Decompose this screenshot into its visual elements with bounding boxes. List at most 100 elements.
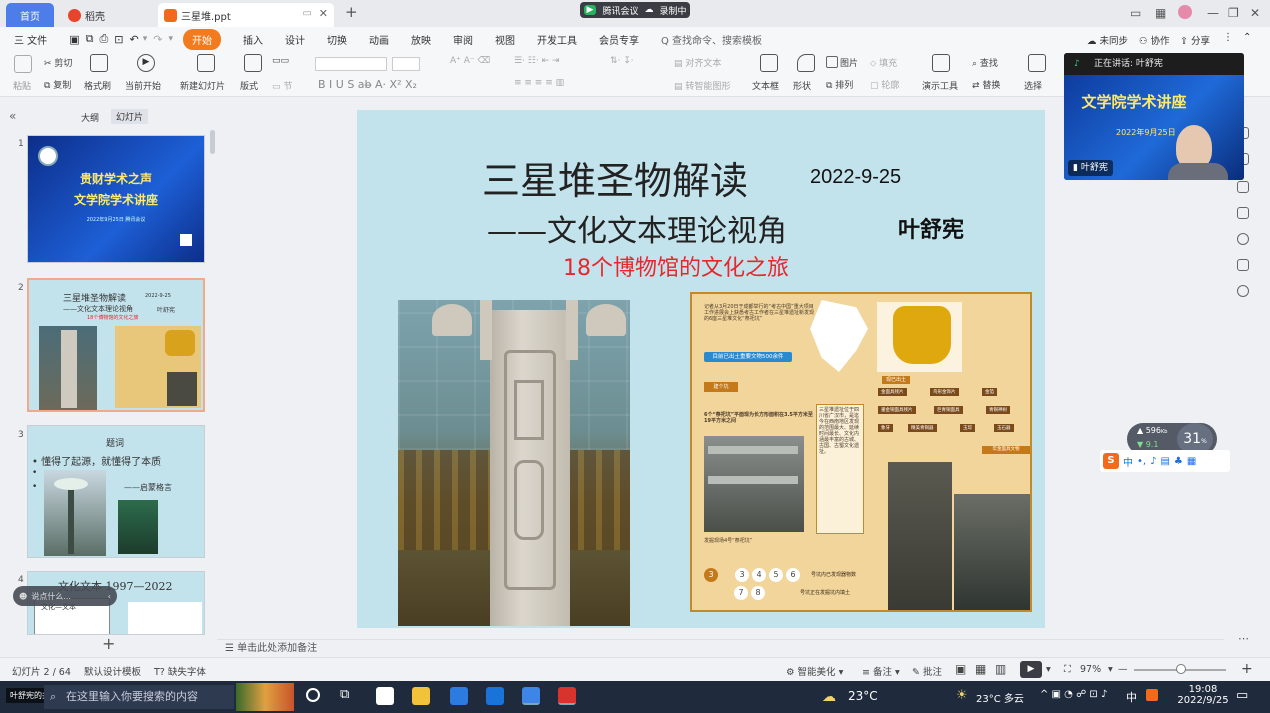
- arrange-button[interactable]: ⧉ 排列: [826, 78, 853, 91]
- menu-membership[interactable]: 会员专享: [599, 32, 639, 47]
- select-icon[interactable]: [1028, 54, 1046, 72]
- menu-slideshow[interactable]: 放映: [411, 32, 431, 47]
- collab-button[interactable]: ⚇ 协作: [1139, 33, 1170, 47]
- comment-button[interactable]: ✎ 批注: [912, 664, 942, 678]
- new-tab-icon[interactable]: +: [345, 3, 358, 21]
- design-template[interactable]: 默认设计模板: [84, 664, 141, 678]
- wps-taskbar-icon[interactable]: [558, 687, 576, 705]
- tray-clock[interactable]: 19:08 2022/9/25: [1172, 684, 1234, 706]
- tray-ime-icon[interactable]: [1146, 689, 1158, 701]
- list-controls[interactable]: ☰· ☷· ⇤ ⇥: [514, 56, 560, 66]
- meeting-indicator[interactable]: ▶ 腾讯会议 ☁ 录制中: [580, 2, 690, 18]
- undo-icon[interactable]: ↶: [129, 33, 138, 46]
- notepad-icon[interactable]: [376, 687, 394, 705]
- fit-icon[interactable]: ⛶: [1064, 664, 1071, 675]
- zoom-slider-thumb[interactable]: [1176, 664, 1186, 674]
- new-slide-icon[interactable]: [197, 54, 215, 72]
- font-size-controls[interactable]: A⁺ A⁻ ⌫: [450, 56, 490, 66]
- export-icon[interactable]: ⧉: [86, 32, 94, 46]
- ime-lang[interactable]: 中: [1123, 454, 1133, 469]
- tab-document[interactable]: 三星堆.ppt ▭ ✕: [158, 3, 334, 27]
- layout-icon-ribbon[interactable]: [244, 54, 262, 72]
- slide-thumbnail-2[interactable]: 三星堆圣物解读 2022-9-25 ——文化文本理论视角 叶舒宪 18个博物馆的…: [27, 278, 205, 412]
- menu-home[interactable]: 开始: [182, 28, 221, 50]
- missing-font-button[interactable]: T? 缺失字体: [154, 664, 206, 678]
- share-button[interactable]: ⇪ 分享: [1180, 33, 1210, 47]
- undo-dropdown-icon[interactable]: ▾: [143, 34, 148, 44]
- presenter-tools-label[interactable]: 演示工具: [922, 79, 958, 92]
- copy-button[interactable]: ⧉ 复制: [44, 78, 71, 91]
- paste-label[interactable]: 粘贴: [13, 79, 31, 92]
- menu-view[interactable]: 视图: [495, 32, 515, 47]
- tray-icons[interactable]: ^ ▣ ◔ ☍ ⊡ ♪: [1040, 689, 1107, 700]
- font-name-select[interactable]: [315, 57, 387, 71]
- command-search[interactable]: Q 查找命令、搜索模板: [661, 32, 762, 47]
- reset-icon[interactable]: ▭▭: [272, 56, 289, 66]
- notification-icon[interactable]: ▭: [1236, 688, 1248, 703]
- collapse-icon[interactable]: ‹: [108, 592, 111, 601]
- zoom-out-icon[interactable]: —: [1118, 664, 1128, 675]
- slideshow-dropdown-icon[interactable]: ▾: [1046, 664, 1051, 675]
- menu-review[interactable]: 审阅: [453, 32, 473, 47]
- thumbnail-scrollbar[interactable]: [210, 130, 215, 154]
- menu-file[interactable]: 三 文件: [14, 32, 47, 47]
- menu-design[interactable]: 设计: [285, 32, 305, 47]
- tab-outline[interactable]: 大纲: [81, 111, 99, 124]
- file-explorer-icon[interactable]: [412, 687, 430, 705]
- zoom-in-icon[interactable]: +: [1241, 661, 1253, 677]
- mail-icon[interactable]: [486, 687, 504, 705]
- sync-status[interactable]: ☁ 未同步: [1087, 33, 1128, 47]
- collapse-ribbon-icon[interactable]: ⌃: [1243, 32, 1251, 43]
- ime-tools-icon[interactable]: ▦: [1187, 456, 1196, 467]
- view-normal-icon[interactable]: ▣: [955, 662, 966, 676]
- current-slide[interactable]: 三星堆圣物解读 2022-9-25 ——文化文本理论视角 叶舒宪 18个博物馆的…: [357, 110, 1045, 628]
- outline-button[interactable]: ▢ 轮廓: [870, 78, 899, 91]
- copy-icon[interactable]: [1237, 207, 1249, 219]
- view-reading-icon[interactable]: ▥: [995, 662, 1006, 676]
- notes-pane[interactable]: ☰ 单击此处添加备注: [217, 639, 1224, 657]
- more-options-rail-icon[interactable]: ⋯: [1238, 632, 1249, 645]
- ime-toolbar[interactable]: S 中 •, ♪ ▤ ♣ ▦: [1100, 450, 1230, 472]
- more-icon[interactable]: ▾: [168, 34, 173, 44]
- more-options-icon[interactable]: ⋮: [1223, 32, 1233, 43]
- fill-button[interactable]: ⬦ 填充: [870, 56, 897, 69]
- smart-beautify-button[interactable]: ⚙ 智能美化 ▾: [786, 664, 843, 678]
- tab-slides[interactable]: 幻灯片: [111, 109, 149, 124]
- speaker-video-window[interactable]: ♪ 正在讲话: 叶舒宪 文学院学术讲座 2022年9月25日 ▮ 叶舒宪: [1064, 53, 1244, 180]
- slide-thumbnail-1[interactable]: 贵财学术之声 文学院学术讲座 2022年9月25日 腾讯会议: [27, 135, 205, 263]
- collapse-panel-icon[interactable]: «: [9, 109, 16, 123]
- shape-label[interactable]: 形状: [793, 79, 811, 92]
- paste-icon[interactable]: [14, 55, 32, 73]
- image-icon[interactable]: [1237, 259, 1249, 271]
- convert-smartart-button[interactable]: ▤ 转智能图形: [674, 79, 730, 92]
- text-format-controls[interactable]: B I U S ab̶ A· X² X₂: [318, 78, 417, 91]
- location-icon[interactable]: [1237, 285, 1249, 297]
- save-icon[interactable]: ▣: [69, 33, 79, 46]
- close-tab-icon[interactable]: ✕: [319, 7, 328, 20]
- help-icon[interactable]: [1237, 233, 1249, 245]
- align-text-button[interactable]: ▤ 对齐文本: [674, 56, 721, 69]
- new-slide-label[interactable]: 新建幻灯片: [180, 79, 225, 92]
- meeting-taskbar-icon[interactable]: [522, 687, 540, 705]
- picture-button[interactable]: 图片: [826, 56, 858, 69]
- slideshow-button[interactable]: ▶: [1020, 661, 1042, 678]
- minimize-icon[interactable]: —: [1207, 6, 1219, 20]
- collage-infographic[interactable]: 记者从3月20日于成都举行的“考古中国”重大项目工作进展会上获悉考古工作者在三星…: [690, 292, 1032, 612]
- tab-straw[interactable]: 稻壳: [62, 3, 150, 27]
- preview-icon[interactable]: ⊡: [114, 33, 123, 46]
- find-button[interactable]: ⌕ 查找: [972, 56, 998, 69]
- menu-insert[interactable]: 插入: [243, 32, 263, 47]
- format-painter-icon[interactable]: [90, 54, 108, 72]
- taskbar-news-image[interactable]: [236, 683, 294, 711]
- add-slide-button[interactable]: +: [102, 634, 115, 653]
- presenter-tools-icon[interactable]: [932, 54, 950, 72]
- zoom-level[interactable]: 97%: [1080, 664, 1101, 675]
- tray-weather[interactable]: 23°C 多云: [976, 690, 1024, 705]
- align-controls[interactable]: ≡ ≡ ≡ ≡ ▥: [514, 78, 564, 88]
- format-painter-label[interactable]: 格式刷: [84, 79, 111, 92]
- ime-punct-icon[interactable]: •,: [1137, 456, 1146, 467]
- slide-thumbnail-3[interactable]: 题词 • 懂得了起源，就懂得了本质 • • ——启蒙格言: [27, 425, 205, 558]
- view-sorter-icon[interactable]: ▦: [975, 662, 986, 676]
- textbox-label[interactable]: 文本框: [752, 79, 779, 92]
- shape-icon[interactable]: [797, 54, 815, 72]
